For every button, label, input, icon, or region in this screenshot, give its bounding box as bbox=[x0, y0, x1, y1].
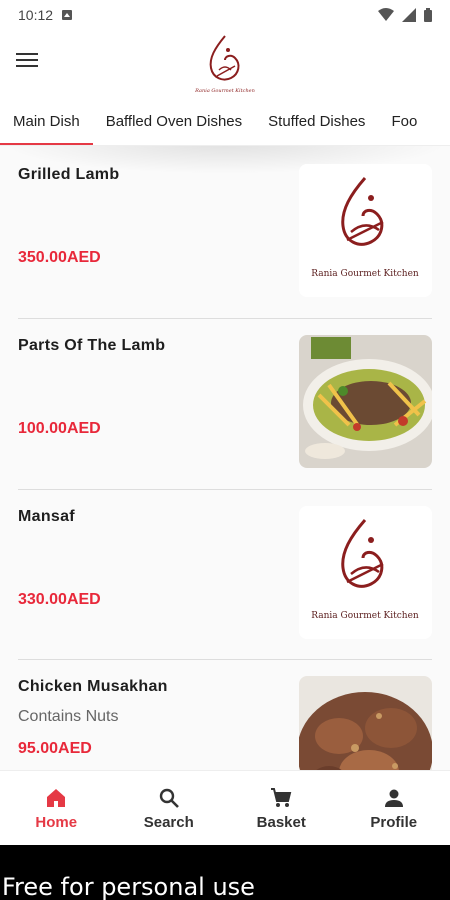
product-name: Parts Of The Lamb bbox=[18, 337, 166, 354]
home-icon bbox=[47, 788, 66, 807]
nav-home[interactable]: Home bbox=[0, 771, 113, 845]
logo-caption: Rania Gourmet Kitchen bbox=[195, 88, 255, 94]
nav-basket-label: Basket bbox=[256, 813, 306, 831]
hamburger-icon bbox=[16, 53, 38, 55]
product-name: Mansaf bbox=[18, 508, 75, 525]
tab-food[interactable]: Foo bbox=[378, 100, 430, 144]
nav-profile-label: Profile bbox=[370, 813, 418, 831]
logo-caption: Rania Gourmet Kitchen bbox=[311, 611, 419, 621]
nav-search-label: Search bbox=[143, 813, 194, 831]
product-price: 330.00AED bbox=[18, 591, 101, 608]
divider bbox=[18, 659, 432, 660]
nav-search[interactable]: Search bbox=[113, 771, 226, 845]
product-image-lamb bbox=[299, 335, 432, 468]
signal-icon bbox=[402, 8, 416, 22]
product-item[interactable]: Grilled Lamb 350.00AED Rania Gourmet Kit… bbox=[18, 164, 432, 298]
menu-button[interactable] bbox=[16, 50, 40, 70]
tab-baffled-oven-dishes[interactable]: Baffled Oven Dishes bbox=[93, 100, 255, 144]
product-image-chicken bbox=[299, 676, 432, 770]
nav-home-label: Home bbox=[35, 813, 78, 831]
product-price: 95.00AED bbox=[18, 740, 92, 757]
bottom-navigation: Home Search Basket Profile bbox=[0, 770, 450, 845]
watermark-text: Free for personal use bbox=[2, 873, 255, 900]
divider bbox=[18, 318, 432, 319]
nav-basket[interactable]: Basket bbox=[225, 771, 338, 845]
product-image-logo: Rania Gourmet Kitchen bbox=[299, 164, 432, 297]
product-item[interactable]: Chicken Musakhan Contains Nuts 95.00AED bbox=[18, 676, 432, 770]
product-item[interactable]: Mansaf 330.00AED Rania Gourmet Kitchen bbox=[18, 506, 432, 640]
status-time: 10:12 bbox=[18, 7, 54, 23]
status-bar: 10:12 bbox=[0, 0, 450, 30]
logo-caption: Rania Gourmet Kitchen bbox=[311, 269, 419, 279]
nav-profile[interactable]: Profile bbox=[338, 771, 450, 845]
tab-stuffed-dishes[interactable]: Stuffed Dishes bbox=[255, 100, 378, 144]
app-bar: Rania Gourmet Kitchen bbox=[0, 30, 450, 98]
category-tabs: Main Dish Baffled Oven Dishes Stuffed Di… bbox=[0, 98, 450, 146]
product-item[interactable]: Parts Of The Lamb 100.00AED bbox=[18, 335, 432, 469]
product-name: Chicken Musakhan bbox=[18, 678, 168, 695]
product-price: 100.00AED bbox=[18, 420, 101, 437]
battery-icon bbox=[424, 8, 432, 22]
product-price: 350.00AED bbox=[18, 249, 101, 266]
product-note: Contains Nuts bbox=[18, 708, 119, 725]
wifi-icon bbox=[378, 8, 394, 21]
brand-logo: Rania Gourmet Kitchen bbox=[195, 35, 255, 94]
notification-icon bbox=[62, 10, 73, 20]
person-icon bbox=[384, 789, 403, 807]
product-list[interactable]: Grilled Lamb 350.00AED Rania Gourmet Kit… bbox=[0, 146, 450, 770]
search-icon bbox=[159, 788, 179, 808]
product-image-logo: Rania Gourmet Kitchen bbox=[299, 506, 432, 639]
product-name: Grilled Lamb bbox=[18, 166, 120, 183]
cart-icon bbox=[271, 787, 292, 807]
watermark-bar: Free for personal use bbox=[0, 845, 450, 900]
divider bbox=[18, 489, 432, 490]
tab-main-dish[interactable]: Main Dish bbox=[0, 100, 93, 145]
